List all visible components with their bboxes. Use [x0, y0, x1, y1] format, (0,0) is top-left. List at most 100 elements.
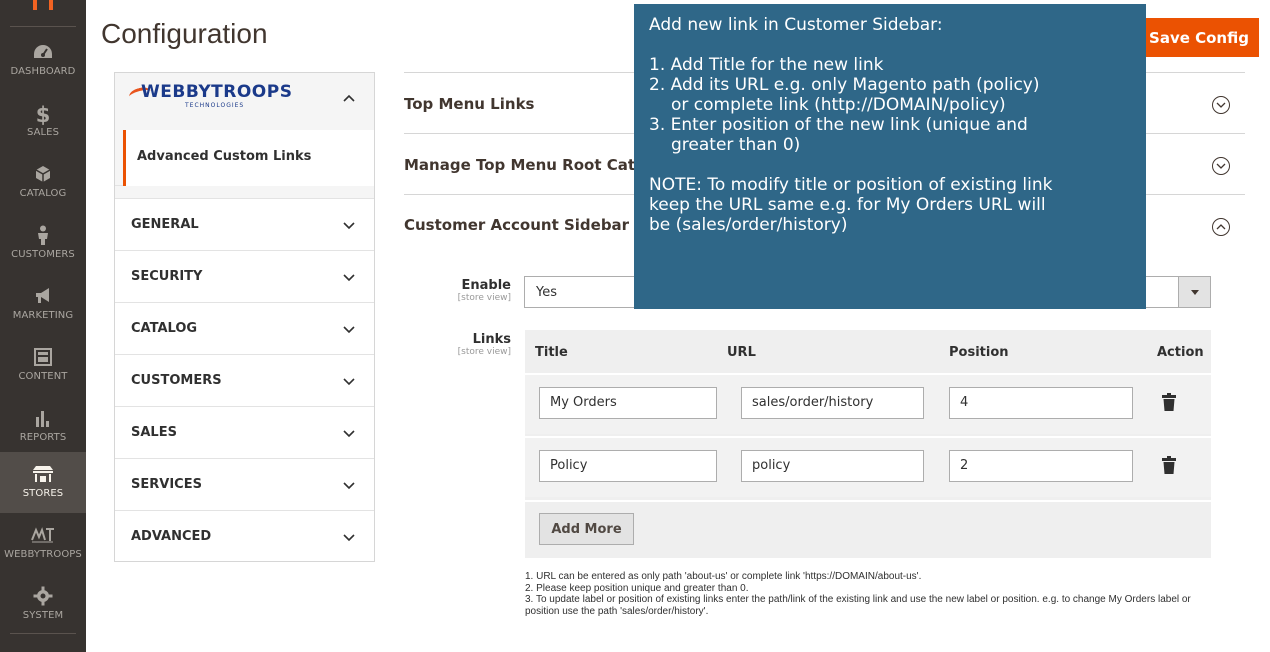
- config-section-sales[interactable]: SALES: [115, 406, 374, 458]
- divider: [10, 633, 76, 634]
- select-arrow-icon[interactable]: [1178, 277, 1210, 307]
- nav-label: DASHBOARD: [10, 66, 76, 77]
- section-label: CUSTOMERS: [131, 373, 222, 388]
- expand-circle-icon[interactable]: [1212, 96, 1230, 114]
- nav-item-marketing[interactable]: MARKETING: [0, 274, 86, 335]
- tooltip-step: 1. Add Title for the new link: [649, 55, 884, 75]
- note-line: 2. Please keep position unique and great…: [525, 582, 749, 594]
- nav-label: STORES: [22, 488, 64, 499]
- chevron-down-icon: [343, 371, 355, 386]
- nav-item-webbytroops[interactable]: WEBBYTROOPS: [0, 513, 86, 574]
- nav-item-system[interactable]: SYSTEM: [0, 574, 86, 635]
- save-config-button[interactable]: Save Config: [1139, 18, 1259, 57]
- group-title-customer-sidebar[interactable]: Customer Account Sidebar: [404, 216, 629, 234]
- nav-item-stores[interactable]: STORES: [0, 452, 86, 513]
- tooltip-step: greater than 0): [671, 135, 801, 155]
- expand-circle-icon[interactable]: [1212, 157, 1230, 175]
- note-line: 3. To update label or position of existi…: [525, 594, 1191, 617]
- chevron-down-icon: [343, 319, 355, 334]
- store-icon: [0, 464, 86, 488]
- links-scope: [store view]: [457, 347, 511, 357]
- divider: [10, 26, 76, 27]
- title-input[interactable]: My Orders: [539, 387, 717, 419]
- title-input[interactable]: Policy: [539, 450, 717, 482]
- nav-item-sales[interactable]: $ SALES: [0, 91, 86, 152]
- nav-item-customers[interactable]: CUSTOMERS: [0, 213, 86, 274]
- vendor-tab-group[interactable]: WEBBYTROOPS TECHNOLOGIES Advanced Custom…: [115, 73, 374, 186]
- table-row: My Orders sales/order/history 4: [525, 373, 1211, 434]
- nav-label: MARKETING: [12, 310, 74, 321]
- group-title-top-menu[interactable]: Top Menu Links: [404, 95, 534, 113]
- nav-item-dashboard[interactable]: DASHBOARD: [0, 30, 86, 91]
- nav-item-catalog[interactable]: CATALOG: [0, 152, 86, 213]
- help-tooltip: Add new link in Customer Sidebar: 1. Add…: [634, 4, 1146, 309]
- nav-item-content[interactable]: CONTENT: [0, 335, 86, 396]
- megaphone-icon: [0, 286, 86, 310]
- tooltip-step: 2. Add its URL e.g. only Magento path (p…: [649, 75, 1040, 95]
- webbytroops-logo: WEBBYTROOPS TECHNOLOGIES: [127, 82, 293, 109]
- table-row: Policy policy 2: [525, 436, 1211, 497]
- position-input[interactable]: 2: [949, 450, 1133, 482]
- bar-chart-icon: [0, 408, 86, 432]
- config-tabs-panel: WEBBYTROOPS TECHNOLOGIES Advanced Custom…: [114, 72, 375, 562]
- nav-label: WEBBYTROOPS: [4, 549, 82, 560]
- tooltip-note: be (sales/order/history): [649, 215, 848, 235]
- collapse-circle-icon[interactable]: [1212, 218, 1230, 236]
- url-input[interactable]: sales/order/history: [741, 387, 924, 419]
- section-label: GENERAL: [131, 217, 199, 232]
- tooltip-heading: Add new link in Customer Sidebar:: [649, 15, 943, 35]
- tab-label: Advanced Custom Links: [137, 149, 312, 164]
- links-grid: Title URL Position Action My Orders sale…: [525, 330, 1211, 558]
- tooltip-step: or complete link (http://DOMAIN/policy): [671, 95, 1006, 115]
- trash-icon[interactable]: [1161, 393, 1177, 411]
- field-comment: 1. URL can be entered as only path 'abou…: [525, 571, 1225, 617]
- dashboard-icon: [0, 42, 86, 66]
- magento-logo[interactable]: [0, 0, 86, 22]
- add-more-button[interactable]: Add More: [539, 513, 634, 545]
- config-section-general[interactable]: GENERAL: [115, 198, 374, 250]
- nav-item-reports[interactable]: REPORTS: [0, 396, 86, 457]
- chevron-up-icon[interactable]: [343, 91, 355, 106]
- spacer: [115, 186, 374, 198]
- url-input[interactable]: policy: [741, 450, 924, 482]
- admin-sidebar: DASHBOARD $ SALES CATALOG CUSTOMERS MARK…: [0, 0, 86, 652]
- logo-text: WEBBYTROOPS: [141, 82, 293, 102]
- chevron-down-icon: [343, 215, 355, 230]
- enable-select-value: Yes: [536, 285, 557, 300]
- chevron-down-icon: [343, 423, 355, 438]
- tooltip-step: 3. Enter position of the new link (uniqu…: [649, 115, 1028, 135]
- column-header-action: Action: [1157, 345, 1204, 360]
- tab-advanced-custom-links[interactable]: Advanced Custom Links: [123, 130, 374, 186]
- chevron-down-icon: [343, 475, 355, 490]
- config-section-services[interactable]: SERVICES: [115, 458, 374, 510]
- column-header-position: Position: [949, 345, 1009, 360]
- box-icon: [0, 164, 86, 188]
- section-label: ADVANCED: [131, 529, 212, 544]
- person-icon: [0, 225, 86, 249]
- config-section-catalog[interactable]: CATALOG: [115, 302, 374, 354]
- position-input[interactable]: 4: [949, 387, 1133, 419]
- nav-label: CUSTOMERS: [11, 249, 75, 260]
- magento-logo-icon: [33, 0, 53, 10]
- enable-scope: [store view]: [457, 293, 511, 303]
- grid-header: Title URL Position Action: [525, 330, 1211, 374]
- config-section-security[interactable]: SECURITY: [115, 250, 374, 302]
- config-section-advanced[interactable]: ADVANCED: [115, 510, 374, 562]
- trash-icon[interactable]: [1161, 456, 1177, 474]
- config-section-customers[interactable]: CUSTOMERS: [115, 354, 374, 406]
- section-label: SECURITY: [131, 269, 203, 284]
- logo-subtext: TECHNOLOGIES: [185, 102, 245, 109]
- nav-label: CATALOG: [19, 188, 67, 199]
- group-title-manage-root[interactable]: Manage Top Menu Root Cat: [404, 156, 635, 174]
- column-header-url: URL: [727, 345, 756, 360]
- section-label: SERVICES: [131, 477, 202, 492]
- gear-icon: [0, 586, 86, 610]
- enable-label: Enable: [461, 278, 512, 293]
- page-title: Configuration: [101, 18, 268, 49]
- section-label: CATALOG: [131, 321, 198, 336]
- nav-label: SYSTEM: [22, 610, 64, 621]
- webbytroops-icon: [0, 525, 86, 549]
- nav-label: REPORTS: [19, 432, 67, 443]
- section-label: SALES: [131, 425, 177, 440]
- nav-label: SALES: [26, 127, 60, 138]
